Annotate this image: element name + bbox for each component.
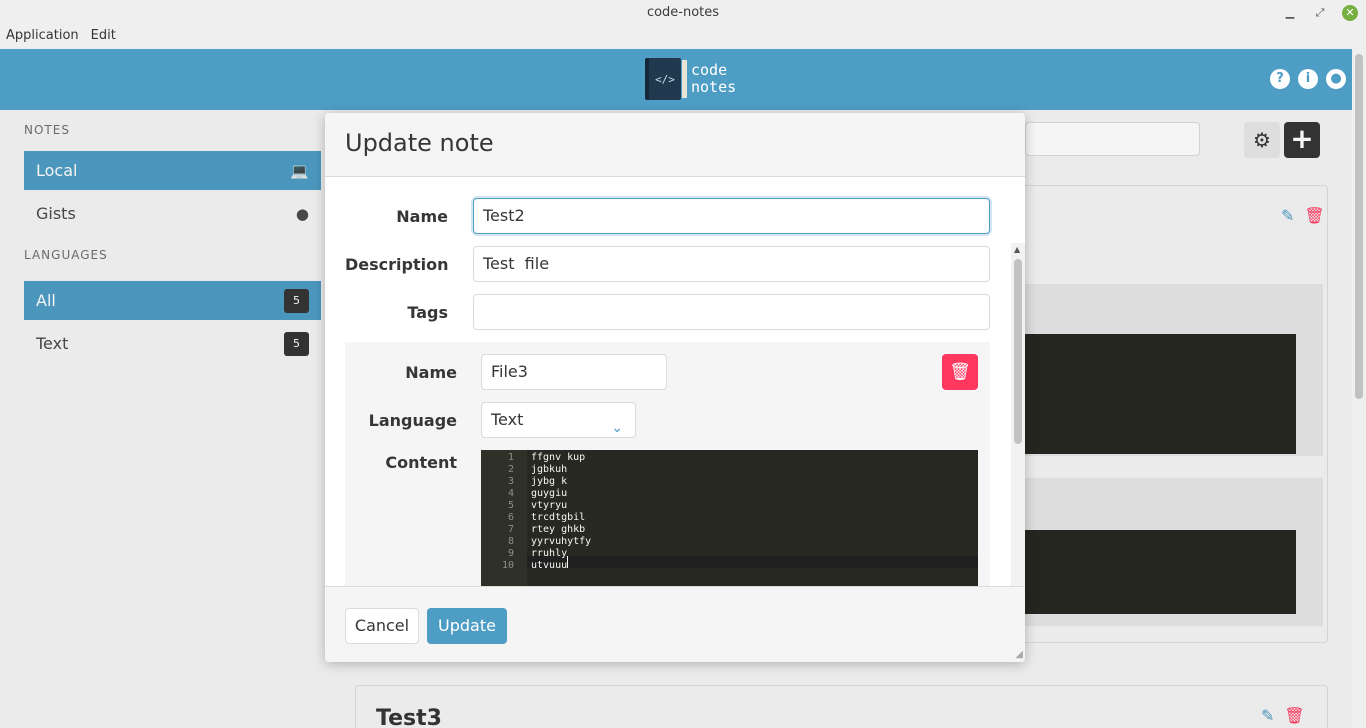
minimize-icon[interactable]: ▁ (1282, 5, 1298, 21)
header-icons: ? i ● (1270, 69, 1346, 89)
language-selected: Text (491, 410, 524, 429)
language-select[interactable]: Text ⌄ (481, 402, 636, 438)
info-icon[interactable]: i (1298, 69, 1318, 89)
tags-label: Tags (407, 303, 448, 322)
update-button[interactable]: Update (427, 608, 507, 644)
chevron-down-icon: ⌄ (611, 420, 623, 436)
menu-application[interactable]: Application (0, 26, 85, 48)
update-note-modal: Update note Name Test2 Description Test … (325, 113, 1025, 662)
code-line: guygiu (531, 488, 568, 499)
language-label: Language (368, 411, 457, 430)
line-number: 10 (501, 560, 514, 571)
code-line: utvuuu (531, 560, 568, 571)
help-icon[interactable]: ? (1270, 69, 1290, 89)
modal-scroll-thumb[interactable] (1014, 259, 1022, 444)
line-number: 5 (507, 500, 514, 511)
modal-header: Update note (325, 113, 1025, 177)
app-header: </> code notes ? i ● (0, 49, 1352, 110)
logo-line-1: code (691, 61, 728, 79)
content-label: Content (385, 453, 457, 472)
line-number: 2 (507, 464, 514, 475)
line-number: 9 (507, 548, 514, 559)
line-number: 3 (507, 476, 514, 487)
file-name-input[interactable]: File3 (481, 354, 667, 390)
logo-book-icon: </> (645, 58, 687, 100)
editor-caret (567, 556, 568, 568)
menu-edit[interactable]: Edit (85, 26, 122, 48)
description-input[interactable]: Test file (473, 246, 990, 282)
cancel-button[interactable]: Cancel (345, 608, 419, 644)
trash-icon: 🗑 (949, 362, 971, 382)
modal-footer: Cancel Update ◢ (325, 586, 1025, 662)
line-number: 4 (507, 488, 514, 499)
window-titlebar: code-notes ▁ ⤢ ✕ (0, 0, 1366, 26)
app-logo: </> code notes (645, 58, 736, 100)
maximize-icon[interactable]: ⤢ (1312, 5, 1328, 21)
code-line: jgbkuh (531, 464, 568, 475)
logo-line-2: notes (691, 78, 737, 96)
line-number: 7 (507, 524, 514, 535)
code-line: trcdtgbil (531, 512, 586, 523)
line-number: 1 (507, 452, 514, 463)
logo-text: code notes (691, 62, 736, 96)
code-line: rruhly (531, 548, 568, 559)
name-label: Name (396, 207, 448, 226)
main-scrollbar[interactable] (1352, 49, 1366, 728)
code-line: rtey ghkb (531, 524, 586, 535)
window-controls: ▁ ⤢ ✕ (1282, 0, 1358, 26)
resize-grip-icon[interactable]: ◢ (1015, 649, 1023, 660)
code-editor[interactable]: 1 ffgnv kup 2 jgbkuh 3 jybg k 4 guygiu 5 vtyryu 6 t… (481, 450, 978, 586)
menubar: Application Edit (0, 26, 1366, 48)
tags-input[interactable] (473, 294, 990, 330)
code-line: jybg k (531, 476, 568, 487)
window-title: code-notes (646, 5, 720, 20)
modal-body: Name Test2 Description Test file Tags Na… (325, 178, 1025, 586)
line-number: 8 (507, 536, 514, 547)
scroll-up-icon[interactable]: ▲ (1014, 245, 1020, 254)
delete-file-button[interactable]: 🗑 (942, 354, 978, 390)
scrollbar-thumb[interactable] (1355, 54, 1363, 399)
code-line: ffgnv kup (531, 452, 586, 463)
name-input[interactable]: Test2 (473, 198, 990, 234)
code-line: yyrvuhytfy (531, 536, 592, 547)
close-icon[interactable]: ✕ (1342, 5, 1358, 21)
active-line-highlight (527, 556, 978, 568)
github-icon[interactable]: ● (1326, 69, 1346, 89)
modal-scrollbar[interactable]: ▲ ▼ (1011, 243, 1025, 586)
description-label: Description (345, 255, 449, 274)
line-number: 6 (507, 512, 514, 523)
code-line: vtyryu (531, 500, 568, 511)
file-name-label: Name (405, 363, 457, 382)
modal-title: Update note (345, 129, 494, 157)
file-editor-box: Name File3 🗑 Language Text ⌄ Content 1 ff… (345, 342, 990, 586)
